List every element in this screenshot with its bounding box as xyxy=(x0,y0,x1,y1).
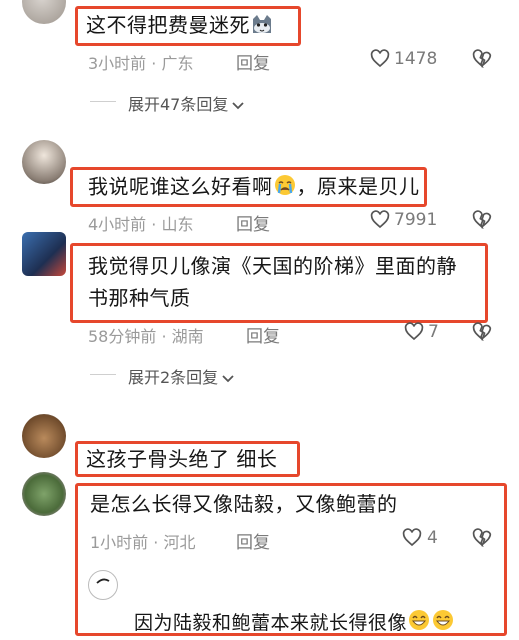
avatar[interactable] xyxy=(22,0,66,24)
broken-heart-icon[interactable] xyxy=(472,322,492,345)
divider xyxy=(90,101,116,102)
broken-heart-icon[interactable] xyxy=(472,210,492,233)
reply-button[interactable]: 回复 xyxy=(236,49,270,74)
like-count: 1478 xyxy=(394,49,438,69)
comment-text-line2: 书那种气质 xyxy=(88,286,191,310)
comment-time: 58分钟前 · 湖南 xyxy=(88,327,204,346)
heart-icon[interactable] xyxy=(402,528,422,551)
comment-text: 我说呢谁这么好看啊 ，原来是贝儿 xyxy=(88,173,420,203)
avatar[interactable] xyxy=(88,570,118,600)
comment-text-line1: 我觉得贝儿像演《天国的阶梯》里面的静 xyxy=(88,254,457,278)
comment-text-content: 这不得把费曼迷死 xyxy=(86,13,250,37)
comment-text: 是怎么长得又像陆毅，又像鲍蕾的 xyxy=(90,492,398,516)
comment-time: 1小时前 · 河北 xyxy=(90,533,196,552)
reply-button[interactable]: 回复 xyxy=(236,528,270,553)
chevron-down-icon xyxy=(222,369,234,388)
avatar[interactable] xyxy=(22,140,66,184)
heart-icon[interactable] xyxy=(370,210,390,233)
grin-emoji-icon xyxy=(407,608,431,639)
avatar-mark-icon xyxy=(96,578,110,584)
reply-button[interactable]: 回复 xyxy=(236,210,270,235)
heart-icon[interactable] xyxy=(370,49,390,72)
comment-text: 这不得把费曼迷死 xyxy=(86,12,274,41)
chevron-down-icon xyxy=(232,96,245,115)
cat-emoji-icon xyxy=(250,13,274,41)
heart-icon[interactable] xyxy=(404,322,424,345)
grin-emoji-icon xyxy=(431,608,455,639)
avatar[interactable] xyxy=(22,414,66,458)
avatar[interactable] xyxy=(22,232,66,276)
like-count: 7 xyxy=(428,322,439,342)
avatar[interactable] xyxy=(22,472,66,516)
broken-heart-icon[interactable] xyxy=(472,49,492,72)
crying-emoji-icon xyxy=(273,173,297,203)
nested-reply-text: 因为陆毅和鲍蕾本来就长得很像 xyxy=(134,608,455,639)
expand-replies[interactable]: 展开47条回复 xyxy=(128,91,245,115)
comment-text: 这孩子骨头绝了 细长 xyxy=(86,447,278,471)
comment-time: 3小时前 · 广东 xyxy=(88,54,194,73)
like-count: 4 xyxy=(427,528,438,548)
comment-time: 4小时前 · 山东 xyxy=(88,215,194,234)
broken-heart-icon[interactable] xyxy=(472,528,492,551)
divider xyxy=(90,374,116,375)
expand-replies[interactable]: 展开2条回复 xyxy=(128,364,234,388)
reply-button[interactable]: 回复 xyxy=(246,322,280,347)
like-count: 7991 xyxy=(394,210,438,230)
